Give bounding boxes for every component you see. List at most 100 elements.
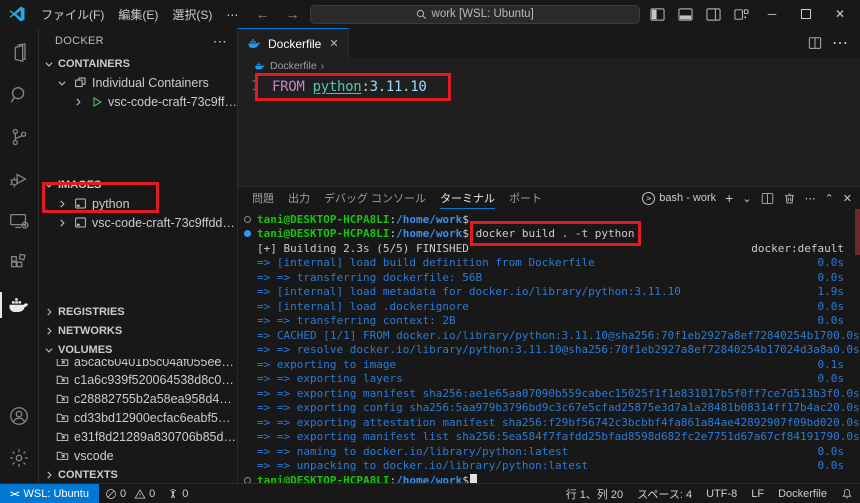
remote-explorer-icon[interactable] bbox=[0, 200, 38, 242]
tree-item-running-container[interactable]: vsc-code-craft-73c9ffdd06... bbox=[39, 92, 237, 111]
breadcrumb-item[interactable]: Dockerfile bbox=[270, 60, 317, 72]
terminal-line: => [internal] load build definition from… bbox=[244, 256, 858, 271]
encoding[interactable]: UTF-8 bbox=[699, 484, 744, 503]
panel-tab[interactable]: ターミナル bbox=[440, 187, 495, 209]
panel-tab[interactable]: デバッグ コンソール bbox=[324, 187, 426, 209]
chevron-right-icon bbox=[42, 468, 56, 482]
tab-close-icon[interactable]: ✕ bbox=[329, 37, 338, 50]
panel-tab[interactable]: ポート bbox=[509, 187, 542, 209]
terminal[interactable]: tani@DESKTOP-HCPA8LI:/home/work$tani@DES… bbox=[238, 209, 860, 483]
code-line-1: 1 FROM python:3.11.10 bbox=[238, 73, 860, 100]
editor-more-icon[interactable]: ⋯ bbox=[832, 33, 848, 53]
eol[interactable]: LF bbox=[744, 484, 771, 503]
container-running-icon bbox=[89, 94, 104, 109]
terminal-line: => => exporting attestation manifest sha… bbox=[244, 415, 858, 430]
close-panel-icon[interactable]: ✕ bbox=[843, 192, 852, 205]
close-window-button[interactable]: ✕ bbox=[824, 1, 856, 27]
vscode-logo-icon bbox=[8, 5, 26, 23]
remote-indicator[interactable]: >< WSL: Ubuntu bbox=[0, 484, 99, 503]
line-number: 1 bbox=[238, 79, 272, 94]
run-debug-icon[interactable] bbox=[0, 158, 38, 200]
language-mode[interactable]: Dockerfile bbox=[771, 484, 834, 503]
terminal-dropdown-icon[interactable]: ⌄ bbox=[742, 192, 751, 205]
volume-item[interactable]: cd33bd12900ecfac6eabf517a10... bbox=[39, 408, 237, 427]
search-sidebar-icon[interactable] bbox=[0, 74, 38, 116]
kill-terminal-trash-icon[interactable] bbox=[783, 192, 796, 205]
code-image-tag: 3.11.10 bbox=[370, 79, 427, 95]
menu-item[interactable]: 編集(E) bbox=[111, 5, 165, 25]
ports-indicator[interactable]: 0 bbox=[161, 484, 194, 503]
terminal-line: tani@DESKTOP-HCPA8LI:/home/work$ bbox=[244, 212, 858, 227]
image-item[interactable]: vsc-code-craft-73c9ffdd06d... bbox=[39, 213, 237, 232]
radio-tower-icon bbox=[167, 488, 179, 500]
command-marker-active-icon bbox=[244, 230, 251, 237]
section-containers[interactable]: CONTAINERS bbox=[39, 54, 237, 73]
chevron-right-icon bbox=[55, 197, 69, 211]
menu-item[interactable]: ファイル(F) bbox=[34, 5, 111, 25]
settings-gear-icon[interactable] bbox=[0, 437, 38, 479]
customize-layout-icon[interactable] bbox=[728, 3, 754, 25]
breadcrumb[interactable]: Dockerfile › bbox=[238, 58, 860, 73]
nav-forward-button[interactable]: → bbox=[280, 6, 306, 22]
docker-icon[interactable] bbox=[0, 284, 38, 326]
chevron-right-icon bbox=[42, 324, 56, 338]
minimize-button[interactable]: ─ bbox=[756, 1, 788, 27]
terminal-line: => => exporting config sha256:5aa979b379… bbox=[244, 401, 858, 416]
remote-icon: >< bbox=[10, 489, 19, 499]
volume-item-clipped[interactable]: a5cac60401b5c04af055eeacc0e... bbox=[39, 359, 237, 370]
indentation[interactable]: スペース: 4 bbox=[630, 484, 699, 503]
menu-item[interactable]: 選択(S) bbox=[165, 5, 219, 25]
panel-tab[interactable]: 問題 bbox=[252, 187, 274, 209]
source-control-icon[interactable] bbox=[0, 116, 38, 158]
volumes-list: c1a6c939f520064538d8c03a67...c28882755b2… bbox=[39, 370, 237, 465]
extensions-icon[interactable] bbox=[0, 242, 38, 284]
problems-indicator[interactable]: 0 0 bbox=[99, 484, 161, 503]
volume-item[interactable]: vscode bbox=[39, 446, 237, 465]
section-contexts[interactable]: CONTEXTS bbox=[39, 465, 237, 483]
volume-item[interactable]: c1a6c939f520064538d8c03a67... bbox=[39, 370, 237, 389]
volume-item[interactable]: e31f8d21289a830706b85df07c... bbox=[39, 427, 237, 446]
panel-more-icon[interactable]: ⋯ bbox=[805, 192, 816, 205]
toggle-secondary-sidebar-icon[interactable] bbox=[700, 3, 726, 25]
terminal-cursor bbox=[470, 474, 477, 483]
section-networks[interactable]: NETWORKS bbox=[39, 321, 237, 340]
chevron-right-icon bbox=[42, 305, 56, 319]
accounts-icon[interactable] bbox=[0, 395, 38, 437]
tab-dockerfile[interactable]: Dockerfile ✕ bbox=[238, 28, 349, 58]
notifications-bell-icon[interactable] bbox=[834, 484, 860, 503]
section-registries[interactable]: REGISTRIES bbox=[39, 302, 237, 321]
terminal-line: => => exporting layers0.0s bbox=[244, 372, 858, 387]
toggle-sidebar-icon[interactable] bbox=[644, 3, 670, 25]
sidebar-title: DOCKER bbox=[55, 35, 104, 47]
section-volumes[interactable]: VOLUMES bbox=[39, 340, 237, 359]
code-keyword: FROM bbox=[272, 79, 305, 95]
maximize-panel-icon[interactable]: ⌃ bbox=[825, 192, 834, 205]
section-images[interactable]: IMAGES bbox=[39, 175, 237, 194]
sidebar-more-icon[interactable]: ⋯ bbox=[213, 33, 227, 50]
toggle-panel-icon[interactable] bbox=[672, 3, 698, 25]
terminal-scrollbar[interactable] bbox=[855, 209, 860, 255]
command-center-search[interactable]: work [WSL: Ubuntu] bbox=[310, 5, 640, 24]
code-image-link[interactable]: python bbox=[313, 79, 362, 95]
panel-tab[interactable]: 出力 bbox=[288, 187, 310, 209]
nav-back-button[interactable]: ← bbox=[250, 6, 276, 22]
terminal-instance-label[interactable]: > bash - work bbox=[642, 192, 716, 205]
new-terminal-icon[interactable]: + bbox=[725, 190, 733, 206]
explorer-icon[interactable] bbox=[0, 32, 38, 74]
search-label: work [WSL: Ubuntu] bbox=[432, 8, 534, 20]
code-editor[interactable]: 1 FROM python:3.11.10 bbox=[238, 73, 860, 186]
split-editor-icon[interactable] bbox=[808, 36, 822, 50]
volume-item[interactable]: c28882755b2a58ea958d418ed9... bbox=[39, 389, 237, 408]
terminal-line: => => exporting manifest list sha256:5ea… bbox=[244, 430, 858, 445]
editor-area: Dockerfile ✕ ⋯ Dockerfile › 1 FROM pytho… bbox=[238, 28, 860, 483]
image-item[interactable]: python bbox=[39, 194, 237, 213]
cursor-position[interactable]: 行 1、列 20 bbox=[559, 484, 630, 503]
command-marker-icon bbox=[244, 216, 251, 223]
tree-item-individual-containers[interactable]: Individual Containers bbox=[39, 73, 237, 92]
menubar: ファイル(F)編集(E)選択(S)⋯ bbox=[34, 6, 245, 23]
terminal-line: => => resolve docker.io/library/python:3… bbox=[244, 343, 858, 358]
split-terminal-icon[interactable] bbox=[761, 192, 774, 205]
maximize-button[interactable] bbox=[790, 1, 822, 27]
menu-item[interactable]: ⋯ bbox=[219, 5, 245, 25]
volume-icon bbox=[55, 410, 70, 425]
